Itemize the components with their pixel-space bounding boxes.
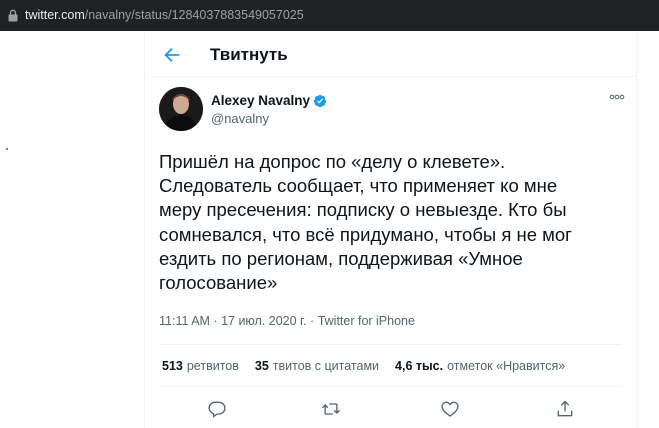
likes-label: отметок «Нравится» [447,359,566,373]
tweet-actions [145,391,636,427]
meta-separator: · [306,314,318,328]
quotes-count: 35 [254,359,269,373]
retweets-label: ретвитов [186,359,239,373]
url-text[interactable]: twitter.com/navalny/status/1284037883549… [25,8,304,22]
verified-badge-icon [313,94,327,107]
tweet-source[interactable]: Twitter for iPhone [318,314,415,328]
retweets-count: 513 [162,359,183,373]
tweet-column: Твитнуть Alexey Navalny @navalny Пришёл … [144,31,637,428]
divider [159,344,622,345]
share-icon[interactable] [555,399,575,419]
lock-icon [8,9,18,22]
author-name[interactable]: Alexey Navalny [211,93,310,108]
tweet-meta: 11:11 AM · 17 июл. 2020 г. · Twitter for… [159,314,415,328]
retweet-icon[interactable] [321,399,341,419]
retweets-stat[interactable]: 513 ретвитов [162,359,239,373]
page-title: Твитнуть [210,45,288,64]
tweet-date[interactable]: 17 июл. 2020 г. [221,314,307,328]
meta-separator: · [209,314,222,328]
url-host: twitter.com [25,8,85,22]
tweet-time[interactable]: 11:11 AM [159,314,210,328]
stray-dot [6,148,8,150]
divider [159,386,622,387]
quotes-label: твитов с цитатами [272,359,380,373]
author-handle[interactable]: @navalny [211,111,269,126]
page-header: Твитнуть [145,31,636,77]
likes-stat[interactable]: 4,6 тыс. отметок «Нравится» [395,359,565,373]
author-name-row[interactable]: Alexey Navalny [211,93,327,108]
tweet-stats: 513 ретвитов 35 твитов с цитатами 4,6 тыс.… [162,359,581,373]
browser-address-bar[interactable]: twitter.com/navalny/status/1284037883549… [0,0,659,31]
avatar[interactable] [159,87,203,131]
tweet-text: Пришёл на допрос по «делу о клевете». Сл… [159,151,572,294]
quotes-stat[interactable]: 35 твитов с цитатами [255,359,379,373]
like-icon[interactable] [440,399,460,419]
url-path: /navalny/status/1284037883549057025 [84,8,304,22]
avatar-image [159,87,203,131]
reply-icon[interactable] [207,399,227,419]
back-arrow-icon[interactable] [161,44,183,66]
likes-count: 4,6 тыс. [395,359,444,373]
more-options-icon[interactable] [609,93,625,101]
